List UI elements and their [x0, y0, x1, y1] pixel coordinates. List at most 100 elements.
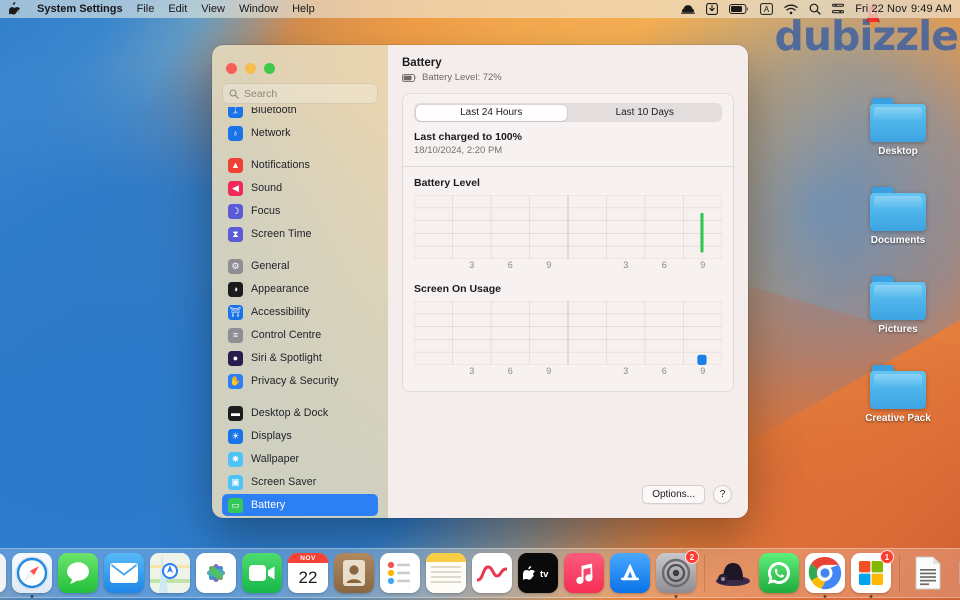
sidebar-item-label: Network	[251, 127, 291, 139]
download-icon[interactable]	[706, 3, 719, 15]
time-range-tabs: Last 24 Hours Last 10 Days	[414, 103, 722, 122]
sidebar-item-accessibility[interactable]: ⛩ Accessibility	[222, 301, 378, 323]
dock-item-stocks[interactable]	[472, 553, 512, 593]
dock-item-mail[interactable]	[104, 553, 144, 593]
battery-icon[interactable]	[729, 4, 749, 14]
menu-item-window[interactable]: Window	[239, 3, 278, 15]
dock-item-office[interactable]: 1	[851, 550, 894, 598]
dock-item-launchpad[interactable]	[0, 553, 6, 593]
sidebar-item-screen-time[interactable]: ⧗ Screen Time	[222, 223, 378, 245]
page-title: Battery	[402, 57, 442, 69]
screen-saver-icon: ▣	[228, 474, 243, 490]
accessibility-icon: ⛩	[228, 304, 243, 320]
sidebar-item-sound[interactable]: ◀ Sound	[222, 177, 378, 199]
whatsapp-icon	[759, 553, 799, 593]
sidebar-item-displays[interactable]: ☀ Displays	[222, 425, 378, 447]
dock-item-messages[interactable]	[58, 553, 98, 593]
sidebar-item-siri-spotlight[interactable]: ● Siri & Spotlight	[222, 347, 378, 369]
dock-item-photos[interactable]	[196, 553, 236, 593]
sidebar-item-desktop-dock[interactable]: ▬ Desktop & Dock	[222, 402, 378, 424]
sidebar-item-network[interactable]: ♁ Network	[222, 122, 378, 144]
minimize-button[interactable]	[245, 63, 256, 74]
dock-item-calendar[interactable]: NOV 22	[288, 553, 328, 593]
desktop-dock-icon: ▬	[228, 405, 243, 421]
options-button[interactable]: Options...	[642, 485, 705, 504]
sidebar-item-label: Accessibility	[251, 306, 310, 318]
dock-item-safari[interactable]	[12, 553, 52, 598]
folder-icon	[870, 365, 926, 409]
dock-item-whatsapp[interactable]	[759, 553, 799, 593]
dock-item-reminders[interactable]	[380, 553, 420, 593]
x-tick-label: 9	[546, 365, 552, 376]
dock-item-tv[interactable]: tv	[518, 553, 558, 593]
launchpad-icon	[0, 553, 6, 593]
sidebar-item-label: Wallpaper	[251, 453, 300, 465]
battery-level-text: Battery Level: 72%	[422, 72, 502, 83]
privacy-icon: ✋	[228, 373, 243, 389]
dock-item-maps[interactable]	[150, 553, 190, 593]
control-centre-icon: ≡	[228, 327, 243, 343]
desktop-folder-creative-pack[interactable]: Creative Pack	[852, 365, 944, 424]
sidebar-item-label: Sound	[251, 182, 283, 194]
menu-item-view[interactable]: View	[201, 3, 225, 15]
menu-item-file[interactable]: File	[137, 3, 155, 15]
sidebar-item-battery[interactable]: ▭ Battery	[222, 494, 378, 516]
sidebar-item-control-centre[interactable]: ≡ Control Centre	[222, 324, 378, 346]
x-tick-label: 3	[623, 365, 629, 376]
sidebar-item-bluetooth[interactable]: ᛦ Bluetooth	[222, 107, 378, 121]
menu-item-edit[interactable]: Edit	[168, 3, 187, 15]
menu-item-help[interactable]: Help	[292, 3, 315, 15]
battery-level-status: Battery Level: 72%	[402, 72, 732, 83]
settings-sidebar: ᛦ Bluetooth ♁ Network ▲ Notifications ◀ Sound ☽ F…	[212, 45, 388, 518]
sidebar-item-screen-saver[interactable]: ▣ Screen Saver	[222, 471, 378, 493]
maximize-button[interactable]	[264, 63, 275, 74]
menu-bar-clock[interactable]: Fri 22 Nov 9:49 AM	[855, 3, 952, 15]
tab-last-24-hours[interactable]: Last 24 Hours	[415, 104, 567, 121]
battery-level-chart	[414, 194, 722, 259]
dock-item-web-document[interactable]	[954, 553, 960, 593]
web-document-icon	[954, 553, 960, 593]
displays-icon: ☀	[228, 428, 243, 444]
dock-item-document-file[interactable]	[908, 553, 948, 593]
dock-item-music[interactable]	[564, 553, 604, 593]
control-centre-icon[interactable]	[832, 3, 845, 15]
screen-on-usage-chart-title: Screen On Usage	[414, 282, 501, 295]
input-source-icon[interactable]: A	[760, 3, 774, 15]
photos-icon	[196, 553, 236, 593]
dock-item-appstore[interactable]	[610, 553, 650, 593]
cloud-icon[interactable]	[681, 4, 696, 15]
search-field[interactable]	[222, 83, 378, 104]
apple-menu-icon[interactable]	[6, 1, 23, 17]
help-button[interactable]: ?	[713, 485, 732, 504]
desktop-folder-documents[interactable]: Documents	[852, 187, 944, 246]
close-button[interactable]	[226, 63, 237, 74]
sidebar-item-general[interactable]: ⚙ General	[222, 255, 378, 277]
general-icon: ⚙	[228, 258, 243, 274]
wifi-icon[interactable]	[784, 4, 798, 15]
dock-item-notes[interactable]	[426, 553, 466, 593]
sidebar-item-wallpaper[interactable]: ✸ Wallpaper	[222, 448, 378, 470]
dock-item-chrome[interactable]	[805, 553, 845, 598]
dock-item-contacts[interactable]	[334, 553, 374, 593]
desktop-folder-pictures[interactable]: Pictures	[852, 276, 944, 335]
dock-item-system-settings[interactable]: 2	[656, 550, 699, 598]
menu-app-name[interactable]: System Settings	[37, 3, 123, 15]
dock-item-facetime[interactable]	[242, 553, 282, 593]
sidebar-item-focus[interactable]: ☽ Focus	[222, 200, 378, 222]
tab-last-10-days[interactable]: Last 10 Days	[569, 105, 721, 121]
sidebar-item-privacy-security[interactable]: ✋ Privacy & Security	[222, 370, 378, 392]
reminders-icon	[380, 553, 420, 593]
search-input[interactable]	[244, 87, 371, 100]
desktop-folder-label: Pictures	[878, 324, 918, 335]
x-tick-label: 3	[469, 259, 475, 270]
screen-on-usage-chart	[414, 300, 722, 365]
desktop-folder-desktop[interactable]: Desktop	[852, 98, 944, 157]
dock-item-cleanmymac[interactable]	[713, 553, 753, 593]
battery-icon: ▭	[228, 497, 243, 513]
sidebar-item-notifications[interactable]: ▲ Notifications	[222, 154, 378, 176]
dubizzle-watermark: dubizzle	[774, 3, 959, 60]
x-tick-label: 9	[546, 259, 552, 270]
sidebar-item-appearance[interactable]: ◑ Appearance	[222, 278, 378, 300]
spotlight-icon[interactable]	[809, 3, 821, 15]
folder-icon	[870, 276, 926, 320]
